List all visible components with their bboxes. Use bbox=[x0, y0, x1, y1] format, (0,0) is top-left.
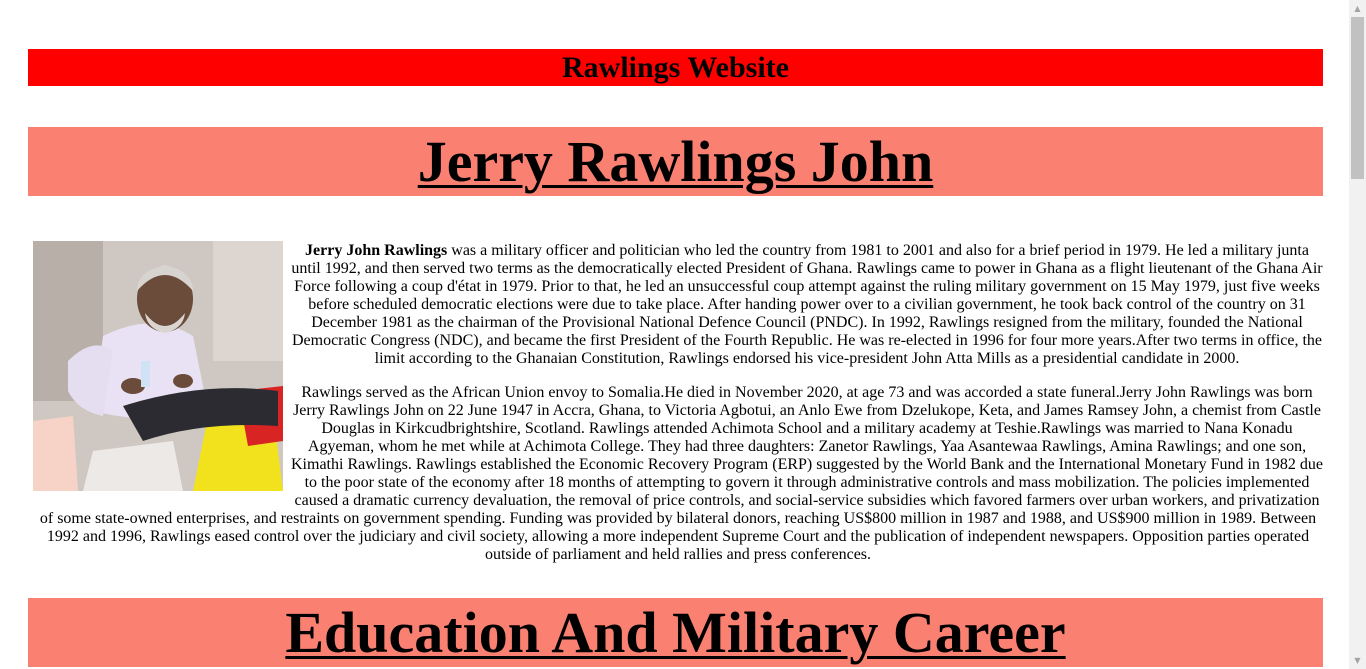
profile-intro-text: was a military officer and politician wh… bbox=[291, 242, 1323, 367]
portrait-illustration bbox=[33, 241, 283, 491]
education-heading-text: Education And Military Career bbox=[285, 600, 1066, 665]
page: Rawlings Website Jerry Rawlings John Jer… bbox=[0, 0, 1349, 669]
arrow-up-icon[interactable]: ▲ bbox=[1349, 0, 1366, 17]
profile-article: Jerry John Rawlings was a military offic… bbox=[33, 236, 1323, 580]
profile-heading-text: Jerry Rawlings John bbox=[417, 129, 934, 194]
site-title: Rawlings Website bbox=[562, 51, 789, 84]
profile-name-bold: Jerry John Rawlings bbox=[305, 242, 448, 259]
vertical-scrollbar[interactable]: ▲ ▼ bbox=[1349, 0, 1366, 669]
education-heading: Education And Military Career bbox=[28, 598, 1323, 667]
site-banner: Rawlings Website bbox=[28, 49, 1323, 86]
profile-heading: Jerry Rawlings John bbox=[28, 127, 1323, 196]
scrollbar-thumb[interactable] bbox=[1351, 17, 1364, 179]
arrow-down-icon[interactable]: ▼ bbox=[1349, 652, 1366, 669]
portrait-image bbox=[33, 241, 283, 491]
